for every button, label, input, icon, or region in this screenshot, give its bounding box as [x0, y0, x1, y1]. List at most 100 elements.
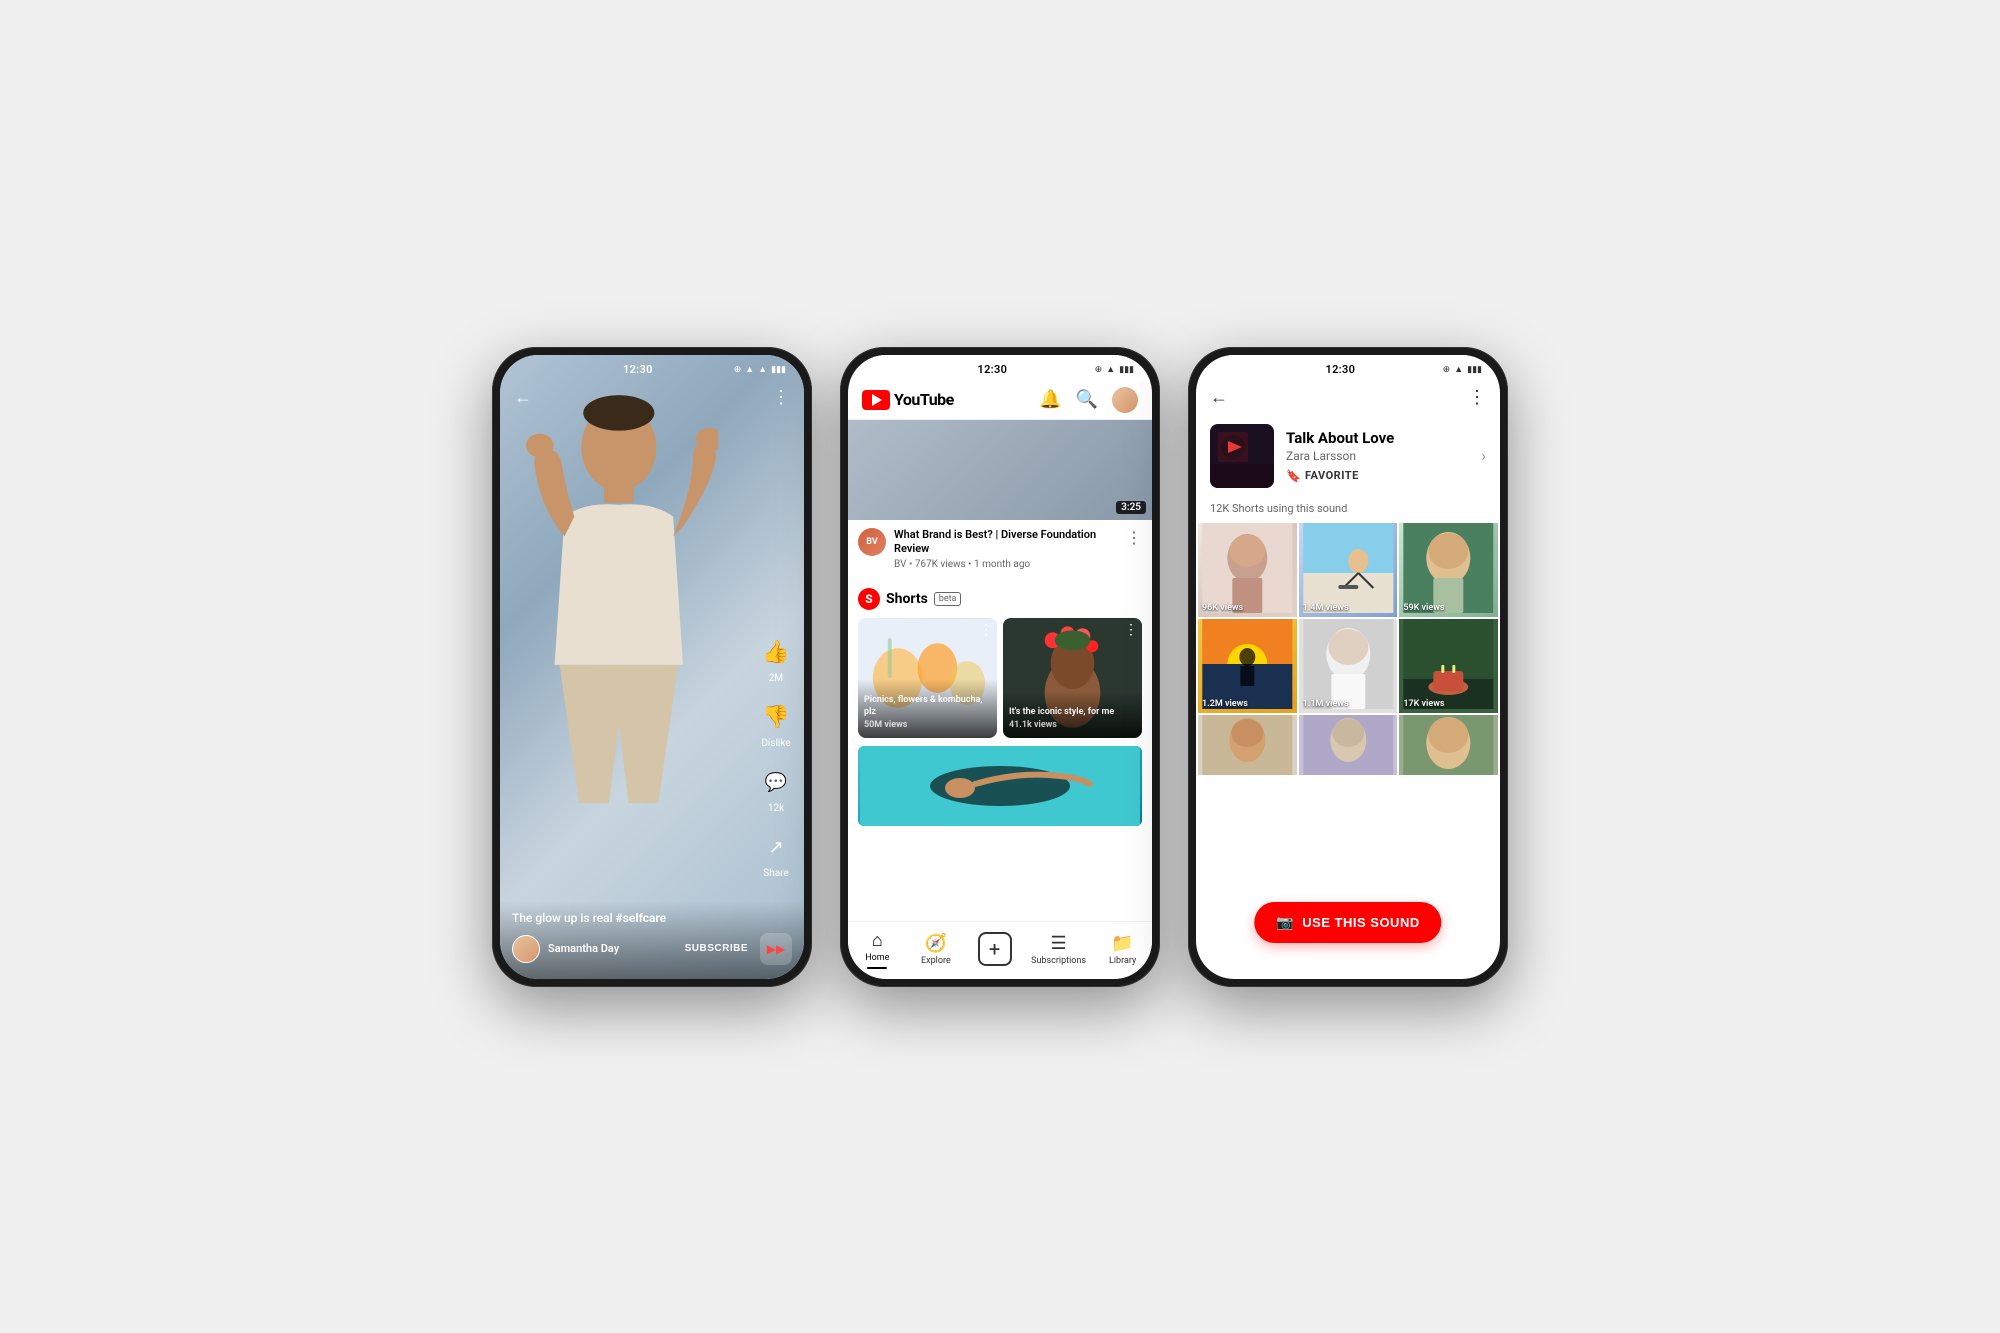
- shorts-caption: The glow up is real #selfcare: [512, 911, 792, 925]
- share-label: Share: [763, 868, 788, 879]
- grid-thumb-3: [1399, 523, 1498, 613]
- like-icon: 👍: [758, 635, 794, 671]
- shorts-actions: 👍 2M 👎 Dislike 💬 12k ↗ Share: [758, 635, 794, 879]
- nav-home-label: Home: [865, 953, 889, 963]
- favorite-row[interactable]: 🔖 FAVORITE: [1286, 469, 1469, 483]
- video-meta: What Brand is Best? | Diverse Foundation…: [894, 528, 1118, 571]
- grid-item-2[interactable]: 1.4M views: [1299, 523, 1398, 617]
- back-button[interactable]: ←: [514, 387, 532, 408]
- status-time-2: 12:30: [978, 363, 1008, 376]
- short-more-2[interactable]: ⋮: [1124, 622, 1138, 638]
- comment-action[interactable]: 💬 12k: [758, 765, 794, 814]
- use-this-sound-button[interactable]: 📷 USE THIS SOUND: [1254, 902, 1441, 943]
- bottom-navigation: ⌂ Home 🧭 Explore + ☰ Subscriptions 📁 Lib…: [848, 921, 1152, 979]
- video-title: What Brand is Best? | Diverse Foundation…: [894, 528, 1118, 557]
- nav-create[interactable]: +: [973, 932, 1017, 966]
- grid-item-5[interactable]: 1.1M views: [1299, 619, 1398, 713]
- create-button[interactable]: +: [978, 932, 1012, 966]
- nav-library-label: Library: [1109, 956, 1136, 966]
- using-sound-count: 12K Shorts using this sound: [1196, 498, 1500, 523]
- explore-icon: 🧭: [925, 933, 947, 954]
- more-button[interactable]: ⋮: [772, 387, 790, 408]
- sound-info-card: Talk About Love Zara Larsson 🔖 FAVORITE …: [1196, 414, 1500, 498]
- youtube-logo: YouTube: [862, 390, 954, 410]
- short-views-1: 50M views: [864, 720, 991, 732]
- swimming-thumbnail: [858, 746, 1142, 826]
- nav-library[interactable]: 📁 Library: [1101, 933, 1145, 966]
- grid-item-9[interactable]: [1399, 715, 1498, 775]
- video-subtitle: BV • 767K views • 1 month ago: [894, 559, 1118, 570]
- grid-item-7[interactable]: [1198, 715, 1297, 775]
- phone-youtube-home: 12:30 ⊕ ▲ ▮▮▮ YouTube 🔔 🔍: [840, 347, 1160, 987]
- camera-icon: 📷: [1276, 914, 1294, 931]
- channel-avatar: BV: [858, 528, 886, 556]
- grid-item-3[interactable]: 59K views: [1399, 523, 1498, 617]
- username: Samantha Day: [548, 942, 673, 955]
- short-label-2: It's the iconic style, for me 41.1k view…: [1003, 691, 1142, 738]
- video-thumbnail: 3:25: [848, 420, 1152, 520]
- grid-views-3: 59K views: [1403, 603, 1444, 613]
- nav-explore[interactable]: 🧭 Explore: [914, 933, 958, 966]
- video-card[interactable]: 3:25 BV What Brand is Best? | Diverse Fo…: [848, 420, 1152, 579]
- shorts-header: S Shorts beta: [858, 588, 1142, 610]
- shorts-bottom-bar: The glow up is real #selfcare Samantha D…: [500, 901, 804, 979]
- dislike-icon: 👎: [758, 700, 794, 736]
- grid-item-8[interactable]: [1299, 715, 1398, 775]
- library-icon: 📁: [1111, 933, 1133, 954]
- phone-sound-detail: 12:30 ⊕ ▲ ▮▮▮ ← ⋮: [1188, 347, 1508, 987]
- user-avatar-header[interactable]: [1112, 387, 1138, 413]
- shorts-top-bar: ← ⋮: [500, 379, 804, 416]
- subscribe-button[interactable]: SUBSCRIBE: [681, 941, 752, 956]
- shorts-logo: S: [858, 588, 880, 610]
- bell-icon[interactable]: 🔔: [1039, 389, 1061, 410]
- more-button-sound[interactable]: ⋮: [1468, 387, 1486, 408]
- artist-name: Zara Larsson: [1286, 449, 1469, 463]
- use-sound-label: USE THIS SOUND: [1302, 915, 1420, 930]
- short-label-1: Picnics, flowers & kombucha, plz 50M vie…: [858, 679, 997, 738]
- short-views-2: 41.1k views: [1009, 720, 1136, 732]
- nav-home[interactable]: ⌂ Home: [855, 930, 899, 969]
- grid-thumb-4: [1198, 619, 1297, 709]
- shorts-user-row: Samantha Day SUBSCRIBE ▶▶: [512, 933, 792, 965]
- short-item-2[interactable]: It's the iconic style, for me 41.1k view…: [1003, 618, 1142, 738]
- grid-item-4[interactable]: 1.2M views: [1198, 619, 1297, 713]
- like-action[interactable]: 👍 2M: [758, 635, 794, 684]
- grid-views-1: 96K views: [1202, 603, 1243, 613]
- sound-button[interactable]: ▶▶: [760, 933, 792, 965]
- youtube-header: YouTube 🔔 🔍: [848, 381, 1152, 420]
- grid-item-1[interactable]: 96K views: [1198, 523, 1297, 617]
- beta-badge: beta: [934, 592, 962, 606]
- comment-count: 12k: [768, 803, 784, 814]
- status-bar-phone2: 12:30 ⊕ ▲ ▮▮▮: [848, 355, 1152, 381]
- grid-thumb-8: [1299, 715, 1398, 775]
- nav-subs-label: Subscriptions: [1031, 956, 1086, 966]
- back-button-sound[interactable]: ←: [1210, 387, 1228, 408]
- grid-thumb-5: [1299, 619, 1398, 709]
- video-more-button[interactable]: ⋮: [1126, 528, 1142, 571]
- person-illustration: [520, 370, 718, 900]
- grid-views-5: 1.1M views: [1303, 699, 1349, 709]
- share-action[interactable]: ↗ Share: [758, 830, 794, 879]
- nav-subscriptions[interactable]: ☰ Subscriptions: [1031, 933, 1086, 966]
- header-icons: 🔔 🔍: [1039, 387, 1138, 413]
- short-more-1[interactable]: ⋮: [979, 622, 993, 638]
- grid-views-2: 1.4M views: [1303, 603, 1349, 613]
- grid-item-6[interactable]: 17K views: [1399, 619, 1498, 713]
- short-item-1[interactable]: Picnics, flowers & kombucha, plz 50M vie…: [858, 618, 997, 738]
- dislike-action[interactable]: 👎 Dislike: [758, 700, 794, 749]
- swimming-svg: [858, 746, 1142, 826]
- swimming-video-card[interactable]: [858, 746, 1142, 826]
- subscriptions-icon: ☰: [1051, 933, 1067, 954]
- chevron-right-icon[interactable]: ›: [1481, 446, 1486, 465]
- dislike-label: Dislike: [761, 738, 790, 749]
- hashtag: #selfcare: [616, 911, 667, 925]
- grid-thumb-9: [1399, 715, 1498, 775]
- yt-play-triangle: [872, 394, 882, 406]
- shorts-grid: Picnics, flowers & kombucha, plz 50M vie…: [858, 618, 1142, 738]
- album-art: [1210, 424, 1274, 488]
- share-icon: ↗: [758, 830, 794, 866]
- home-icon: ⌂: [872, 930, 883, 951]
- search-icon[interactable]: 🔍: [1076, 389, 1098, 410]
- grid-views-4: 1.2M views: [1202, 699, 1248, 709]
- sound-top-bar: ← ⋮: [1196, 381, 1500, 414]
